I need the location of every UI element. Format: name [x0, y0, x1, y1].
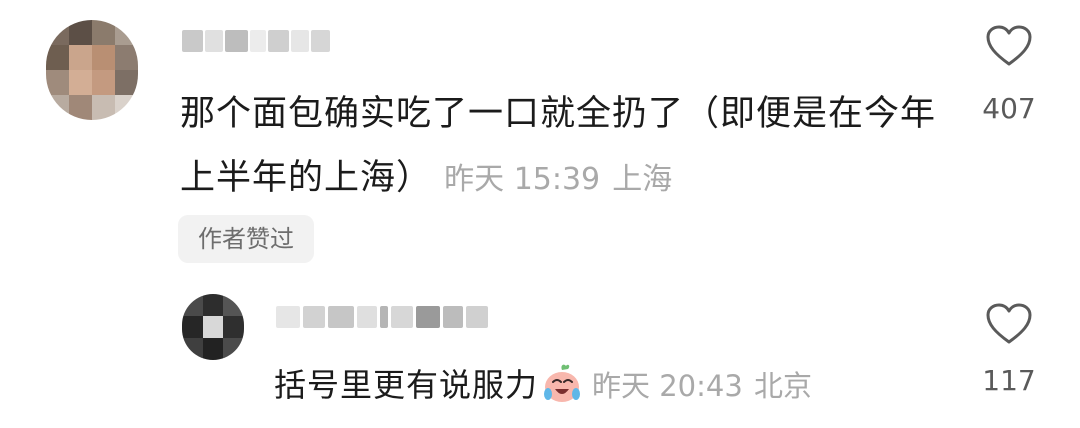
crying-laughing-emoji: [544, 364, 581, 402]
heart-outline-icon[interactable]: [985, 302, 1033, 346]
reply-username-pixelated[interactable]: [276, 304, 508, 330]
reply-avatar[interactable]: [182, 294, 244, 360]
comment-thread: 那个面包确实吃了一口就全扔了（即便是在今年上半年的上海） 昨天 15:39 上海…: [0, 0, 1080, 428]
reply-body[interactable]: 括号里更有说服力 昨天 20:43 北京: [274, 358, 812, 413]
author-liked-badge: 作者赞过: [178, 215, 314, 263]
comment-like-button[interactable]: 407: [974, 24, 1044, 126]
reply-time: 昨天 20:43: [592, 369, 743, 403]
like-count: 407: [982, 92, 1036, 125]
reply-text: 括号里更有说服力: [274, 366, 539, 404]
reply-like-button[interactable]: 117: [974, 302, 1044, 398]
heart-outline-icon[interactable]: [985, 24, 1033, 68]
like-count: 117: [982, 364, 1036, 397]
pixelated-avatar-image: [182, 294, 244, 360]
reply-location: 北京: [753, 369, 812, 403]
comment-body[interactable]: 那个面包确实吃了一口就全扔了（即便是在今年上半年的上海） 昨天 15:39 上海: [180, 82, 950, 212]
comment-time: 昨天 15:39: [444, 162, 601, 197]
pixelated-avatar-image: [46, 20, 138, 120]
username-pixelated[interactable]: [182, 28, 332, 54]
comment-location: 上海: [612, 162, 673, 197]
avatar[interactable]: [46, 20, 138, 120]
